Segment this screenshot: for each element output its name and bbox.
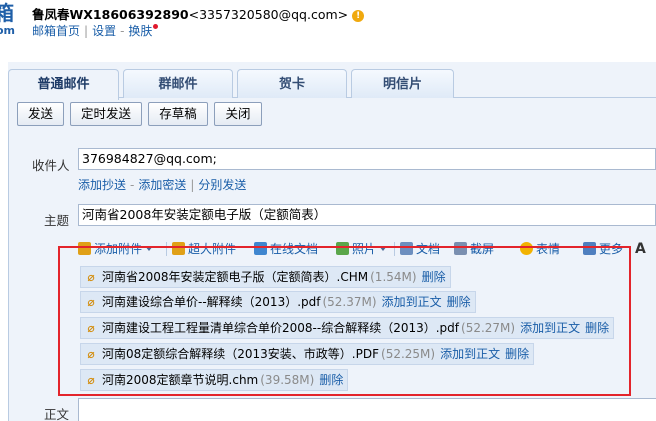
logo-text: 箱 bbox=[0, 2, 14, 25]
recipient-label: 收件人 bbox=[32, 158, 70, 173]
notification-dot bbox=[153, 24, 159, 29]
mail-logo[interactable]: 箱 om bbox=[0, 2, 16, 38]
divider: - bbox=[120, 24, 125, 38]
tab-greeting-card[interactable]: 贺卡 bbox=[237, 69, 347, 98]
add-bcc-link[interactable]: 添加密送 bbox=[138, 178, 186, 192]
tab-normal-mail[interactable]: 普通邮件 bbox=[8, 69, 119, 100]
logo-subtext: om bbox=[0, 24, 16, 37]
user-name: 鲁凤春WX18606392890 bbox=[32, 7, 189, 22]
add-cc-link[interactable]: 添加抄送 bbox=[78, 178, 126, 192]
nav-settings[interactable]: 设置 bbox=[92, 24, 116, 38]
left-gutter bbox=[0, 62, 8, 421]
user-email: <3357320580@qq.com> bbox=[188, 7, 349, 22]
nav-skin[interactable]: 换肤 bbox=[128, 24, 152, 38]
tab-group-mail[interactable]: 群邮件 bbox=[123, 69, 233, 98]
font-format-button[interactable]: A bbox=[635, 240, 646, 258]
warning-icon[interactable]: ! bbox=[352, 10, 365, 22]
subject-label: 主题 bbox=[44, 213, 70, 228]
body-editor[interactable] bbox=[78, 398, 656, 421]
body-label: 正文 bbox=[44, 407, 70, 421]
subject-field[interactable]: 河南省2008年安装定额电子版（定额简表） bbox=[78, 204, 656, 226]
close-button[interactable]: 关闭 bbox=[214, 102, 262, 126]
send-button[interactable]: 发送 bbox=[17, 102, 64, 126]
recipient-links: 添加抄送 - 添加密送 | 分别发送 bbox=[78, 176, 246, 193]
divider: | bbox=[190, 178, 195, 192]
highlight-box bbox=[58, 246, 631, 396]
user-info: 鲁凤春WX18606392890<3357320580@qq.com>! bbox=[32, 4, 365, 23]
scheduled-send-button[interactable]: 定时发送 bbox=[70, 102, 142, 126]
top-nav: 邮箱首页 | 设置 - 换肤 bbox=[32, 22, 159, 39]
nav-mail-home[interactable]: 邮箱首页 bbox=[32, 24, 80, 38]
tab-postcard[interactable]: 明信片 bbox=[351, 69, 454, 98]
divider: - bbox=[130, 178, 135, 192]
save-draft-button[interactable]: 存草稿 bbox=[148, 102, 208, 126]
divider: | bbox=[84, 24, 89, 38]
send-separately-link[interactable]: 分别发送 bbox=[198, 178, 246, 192]
recipient-field[interactable]: 376984827@qq.com; bbox=[78, 148, 656, 170]
